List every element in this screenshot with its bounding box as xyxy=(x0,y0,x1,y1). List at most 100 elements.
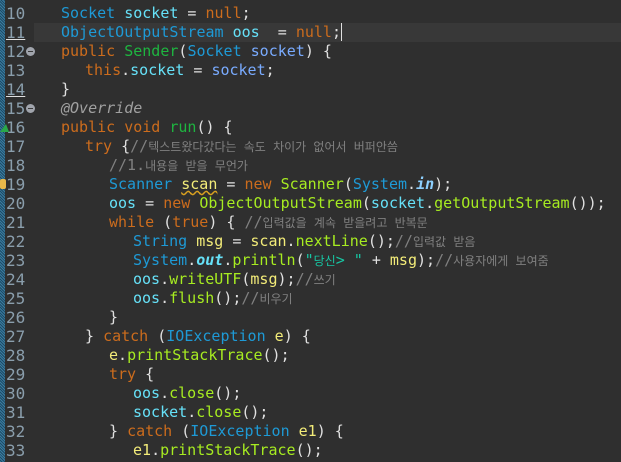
code-token: = xyxy=(184,61,212,79)
code-line[interactable]: } catch (IOException e1) { 32 xyxy=(6,422,621,441)
code-text[interactable]: Socket socket = null; xyxy=(34,4,621,23)
code-line[interactable]: this.socket = socket; 13 xyxy=(6,61,621,80)
code-text[interactable]: public Sender(Socket socket) { xyxy=(34,42,621,61)
code-token: . xyxy=(187,251,197,269)
code-text[interactable]: try {//텍스트왔다갔다는 속도 차이가 없어서 버퍼안씀 xyxy=(34,137,621,156)
code-line[interactable]: Socket socket = null; 10 xyxy=(6,4,621,23)
code-line[interactable]: try {29 xyxy=(6,365,621,384)
code-token: . xyxy=(118,346,128,364)
code-text[interactable]: oos.writeUTF(msg);//쓰기 xyxy=(34,270,621,289)
code-line[interactable]: e1.printStackTrace(); 33 xyxy=(6,441,621,460)
code-text[interactable]: socket.close(); xyxy=(34,403,621,422)
line-number: 32 xyxy=(6,422,26,441)
code-token: 당신 xyxy=(313,254,336,268)
code-token: ; xyxy=(331,23,342,41)
line-number: 25 xyxy=(6,289,26,308)
code-token: + xyxy=(362,251,390,269)
code-token: (); xyxy=(241,403,269,421)
code-line[interactable]: public void run() {16 xyxy=(0,118,621,137)
code-line[interactable]: public Sender(Socket socket) {12 xyxy=(6,42,621,61)
code-text[interactable]: } xyxy=(34,80,621,99)
code-line[interactable]: try {//텍스트왔다갔다는 속도 차이가 없어서 버퍼안씀 17 xyxy=(6,137,621,156)
code-token: ) { xyxy=(304,42,332,60)
code-text[interactable]: oos = new ObjectOutputStream(socket.getO… xyxy=(34,194,621,213)
code-line[interactable]: @Override 15 xyxy=(6,99,621,118)
code-token: in xyxy=(416,175,435,193)
fold-collapse-icon[interactable] xyxy=(26,47,35,56)
line-number: 23 xyxy=(6,251,26,270)
code-text[interactable]: public void run() { xyxy=(34,118,621,137)
code-token: socket xyxy=(370,194,426,212)
code-text[interactable]: oos.close(); xyxy=(34,384,621,403)
code-token: // xyxy=(130,137,149,155)
code-token: IOException xyxy=(166,327,266,345)
code-text[interactable]: oos.flush();//비우기 xyxy=(34,289,621,308)
code-token: (); xyxy=(214,384,242,402)
code-token: socket xyxy=(130,61,185,79)
code-token: // xyxy=(244,213,263,231)
code-token: . xyxy=(223,251,233,269)
code-token: { xyxy=(136,365,155,383)
code-line[interactable]: while (true) { //입력값을 계속 받을려고 반복문 21 xyxy=(6,213,621,232)
code-token: } xyxy=(109,308,119,326)
code-token: . xyxy=(121,61,131,79)
code-token: scan xyxy=(250,232,287,250)
code-token: socket xyxy=(115,4,179,22)
code-line[interactable]: oos = new ObjectOutputStream(socket.getO… xyxy=(6,194,621,213)
code-line[interactable]: Scanner scan = new Scanner(System.in); 19 xyxy=(0,175,621,194)
code-text[interactable]: String msg = scan.nextLine();//입력값 받음 xyxy=(34,232,621,251)
code-text[interactable]: e1.printStackTrace(); xyxy=(34,441,621,460)
code-token: try xyxy=(85,137,113,155)
code-token: 비우기 xyxy=(259,292,293,306)
code-line[interactable]: oos.close(); 30 xyxy=(6,384,621,403)
code-line[interactable]: socket.close(); 31 xyxy=(6,403,621,422)
code-line[interactable]: oos.flush();//비우기 25 xyxy=(6,289,621,308)
code-token: 텍스트왔다갔다는 속도 차이가 없어서 버퍼안씀 xyxy=(148,140,398,154)
code-token: public void xyxy=(61,118,170,136)
code-line[interactable]: } 26 xyxy=(6,308,621,327)
code-text[interactable]: } xyxy=(34,308,621,327)
code-text[interactable]: e.printStackTrace(); xyxy=(34,346,621,365)
code-text[interactable]: this.socket = socket; xyxy=(34,61,621,80)
code-text[interactable]: @Override xyxy=(34,99,621,118)
code-token: Socket xyxy=(61,4,116,22)
code-text[interactable]: } catch (IOException e) { xyxy=(34,327,621,346)
code-token: new xyxy=(244,175,281,193)
code-token: 쓰기 xyxy=(313,273,336,287)
code-token: e1 xyxy=(133,441,152,459)
code-token: out xyxy=(196,251,224,269)
code-line[interactable]: //1.내용을 받을 무언가 18 xyxy=(6,156,621,175)
line-number: 17 xyxy=(6,137,26,156)
code-token: . xyxy=(425,194,435,212)
code-line[interactable]: String msg = scan.nextLine();//입력값 받음 22 xyxy=(6,232,621,251)
code-line[interactable]: e.printStackTrace(); 28 xyxy=(6,346,621,365)
code-token: catch xyxy=(127,422,173,440)
code-token: oos xyxy=(223,23,260,41)
code-editor[interactable]: Socket socket = null; 10 ObjectOutputStrea… xyxy=(0,4,621,460)
code-line[interactable]: System.out.println("당신> " + msg);//사용자에게… xyxy=(6,251,621,270)
code-token: Scanner xyxy=(280,175,344,193)
code-text[interactable]: while (true) { //입력값을 계속 받을려고 반복문 xyxy=(34,213,621,232)
code-line[interactable]: oos.writeUTF(msg);//쓰기 24 xyxy=(6,270,621,289)
code-line[interactable]: ObjectOutputStream oos = null; 11 xyxy=(6,23,621,42)
code-token: 사용자에게 보여줌 xyxy=(453,254,549,268)
code-token: ) { xyxy=(208,213,245,231)
warning-marker-icon[interactable] xyxy=(0,179,6,189)
code-text[interactable]: //1.내용을 받을 무언가 xyxy=(34,156,621,175)
code-token: { xyxy=(112,137,131,155)
code-text[interactable]: Scanner scan = new Scanner(System.in); xyxy=(34,175,621,194)
code-text[interactable]: System.out.println("당신> " + msg);//사용자에게… xyxy=(34,251,621,270)
code-token: ( xyxy=(172,422,191,440)
code-token: ( xyxy=(295,251,305,269)
code-text[interactable]: ObjectOutputStream oos = null; xyxy=(34,23,621,42)
override-marker-icon[interactable] xyxy=(0,124,9,132)
code-text[interactable]: try { xyxy=(34,365,621,384)
code-token: (); xyxy=(214,289,242,307)
code-line[interactable]: } catch (IOException e) {27 xyxy=(6,327,621,346)
fold-collapse-icon[interactable] xyxy=(26,104,35,113)
line-number: 31 xyxy=(6,403,26,422)
code-line[interactable]: } 14 xyxy=(6,80,621,99)
line-number: 21 xyxy=(6,213,26,232)
code-text[interactable]: } catch (IOException e1) { xyxy=(34,422,621,441)
code-token: . xyxy=(286,232,296,250)
